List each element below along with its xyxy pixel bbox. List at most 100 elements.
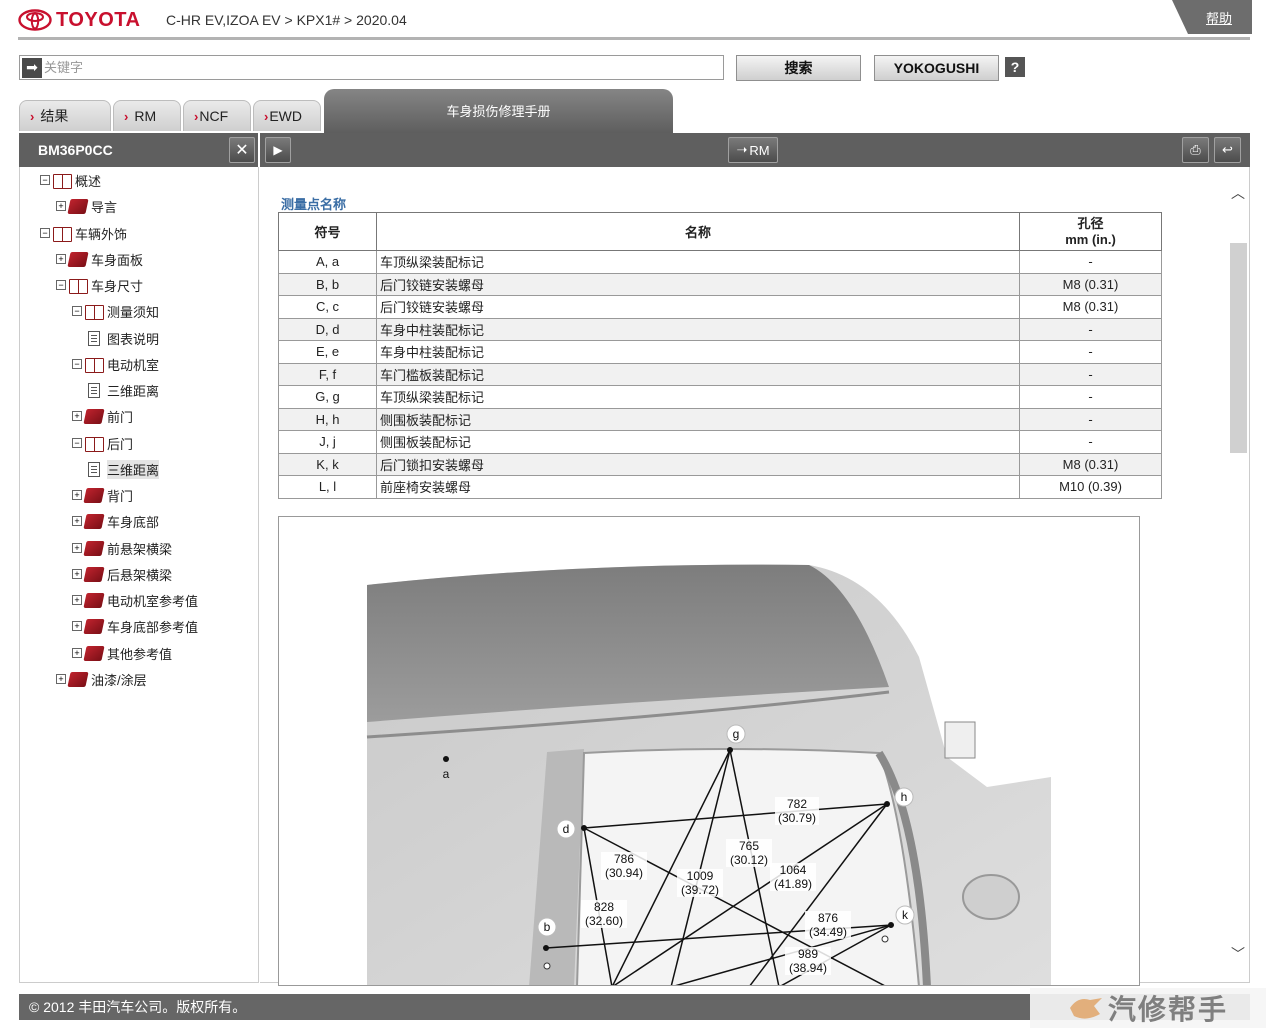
cell-symbol: D, d: [278, 317, 377, 341]
tab-rm[interactable]: › RM: [113, 100, 181, 131]
tree-item[interactable]: − 电动机室: [72, 354, 159, 374]
svg-text:876: 876: [818, 911, 838, 925]
dim-label-782: 782(30.79): [775, 797, 819, 825]
col-header-diameter: 孔径 mm (in.): [1019, 212, 1162, 251]
question-icon[interactable]: ?: [1005, 57, 1025, 77]
cell-symbol: C, c: [278, 295, 377, 319]
book-open-icon: [85, 357, 104, 373]
cell-name: 车身中柱装配标记: [376, 340, 1020, 364]
tree-item-label: 车身面板: [91, 252, 144, 268]
tab-label: EWD: [269, 108, 303, 124]
yokogushi-button[interactable]: YOKOGUSHI: [874, 55, 999, 81]
back-button[interactable]: ↩: [1214, 137, 1241, 163]
toyota-logo: TOYOTA: [18, 8, 140, 32]
tab-body-repair-manual[interactable]: 车身损伤修理手册: [324, 89, 673, 133]
goto-rm-button[interactable]: ➝ RM: [728, 137, 778, 163]
col-header-diameter-line1: 孔径: [1077, 215, 1104, 231]
tree-item[interactable]: − 概述: [40, 170, 101, 190]
tree-item[interactable]: + 后悬架横梁: [72, 564, 172, 584]
cell-symbol: A, a: [278, 250, 377, 274]
tree-item[interactable]: + 导言: [56, 196, 117, 216]
expand-icon[interactable]: +: [56, 254, 66, 264]
tree-item[interactable]: − 后门: [72, 433, 133, 453]
collapse-icon[interactable]: −: [40, 175, 50, 185]
tree-item[interactable]: + 车身面板: [56, 249, 143, 269]
table-row: G, g 车顶纵梁装配标记 -: [278, 385, 1162, 409]
tree-item[interactable]: + 前门: [72, 406, 133, 426]
scrollbar-thumb[interactable]: [1230, 243, 1247, 453]
tree-item-label: 三维距离: [107, 459, 160, 479]
brand-name: TOYOTA: [56, 8, 141, 31]
arrow-right-icon: ➡: [22, 57, 42, 78]
table-row: E, e 车身中柱装配标记 -: [278, 340, 1162, 364]
help-button[interactable]: 帮助: [1172, 0, 1252, 34]
expand-icon[interactable]: +: [72, 411, 82, 421]
expand-icon[interactable]: +: [72, 490, 82, 500]
tab-ncf[interactable]: › NCF: [183, 100, 251, 131]
tree-item-label: 前门: [107, 409, 134, 425]
tree-item[interactable]: + 其他参考值: [72, 643, 172, 663]
play-icon: ▶: [273, 143, 283, 157]
book-icon: [83, 566, 105, 582]
tree-item[interactable]: + 车身底部参考值: [72, 616, 198, 636]
expand-icon[interactable]: +: [72, 569, 82, 579]
expand-icon[interactable]: +: [72, 595, 82, 605]
tree-item[interactable]: 三维距离: [72, 459, 160, 479]
table-row: C, c 后门铰链安装螺母 M8 (0.31): [278, 295, 1162, 319]
book-icon: [83, 618, 105, 634]
copyright-text: © 2012 丰田汽车公司。版权所有。: [29, 999, 247, 1015]
expand-icon[interactable]: +: [72, 621, 82, 631]
document-id: BM36P0CC: [38, 142, 113, 158]
dim-label-876: 876(34.49): [805, 911, 851, 939]
tree-item[interactable]: 三维距离: [72, 380, 159, 400]
print-button[interactable]: ⎙: [1182, 137, 1209, 163]
rear-door-opening-diagram: a g h d b k 782(30.79) 786(30.94) 765(30…: [366, 564, 1051, 985]
tree-item-label: 背门: [107, 488, 134, 504]
tab-ewd[interactable]: › EWD: [253, 100, 321, 131]
search-button[interactable]: 搜索: [736, 55, 861, 81]
col-header-name: 名称: [376, 212, 1020, 251]
toggle-panel-button[interactable]: ▶: [265, 137, 291, 163]
expand-icon[interactable]: +: [72, 516, 82, 526]
svg-text:(34.49): (34.49): [809, 925, 847, 939]
collapse-icon[interactable]: −: [72, 359, 82, 369]
tab-results[interactable]: › 结果: [19, 100, 111, 131]
toyota-emblem-icon: [18, 9, 52, 31]
expand-icon[interactable]: +: [56, 201, 66, 211]
tree-item-label: 电动机室参考值: [107, 593, 199, 609]
tree-item-label: 前悬架横梁: [107, 541, 173, 557]
cell-name: 后门铰链安装螺母: [376, 272, 1020, 296]
collapse-icon[interactable]: −: [56, 280, 66, 290]
tree-item-label: 后门: [107, 436, 134, 452]
expand-icon[interactable]: +: [72, 543, 82, 553]
dim-label-1009: 1009(39.72): [677, 869, 723, 897]
search-field[interactable]: ➡: [19, 55, 724, 80]
chevron-right-icon: ›: [264, 108, 269, 124]
collapse-icon[interactable]: −: [72, 306, 82, 316]
expand-icon[interactable]: +: [56, 674, 66, 684]
collapse-icon[interactable]: −: [40, 228, 50, 238]
tree-item[interactable]: − 车辆外饰: [40, 223, 127, 243]
tree-item[interactable]: 图表说明: [72, 328, 159, 348]
tree-item[interactable]: + 油漆/涂层: [56, 669, 147, 689]
table-row: D, d 车身中柱装配标记 -: [278, 317, 1162, 341]
book-open-icon: [69, 278, 88, 294]
book-open-icon: [85, 304, 104, 320]
collapse-icon[interactable]: −: [72, 438, 82, 448]
col-header-symbol: 符号: [278, 212, 377, 251]
tree-item[interactable]: + 电动机室参考值: [72, 590, 198, 610]
tree-item-label: 车辆外饰: [75, 226, 128, 242]
search-input[interactable]: [44, 57, 723, 78]
tree-item[interactable]: − 测量须知: [72, 301, 159, 321]
scroll-up-icon[interactable]: ︿: [1229, 183, 1247, 201]
dim-label-1064: 1064(41.89): [770, 863, 816, 891]
expand-icon[interactable]: +: [72, 648, 82, 658]
tree-item[interactable]: + 背门: [72, 485, 133, 505]
tree-item[interactable]: − 车身尺寸: [56, 275, 143, 295]
tree-item[interactable]: + 前悬架横梁: [72, 538, 172, 558]
scroll-down-icon[interactable]: ﹀: [1229, 944, 1247, 962]
tree-item[interactable]: + 车身底部: [72, 511, 159, 531]
table-row: F, f 车门槛板装配标记 -: [278, 362, 1162, 386]
close-panel-button[interactable]: ✕: [229, 137, 255, 163]
book-open-icon: [85, 436, 104, 452]
